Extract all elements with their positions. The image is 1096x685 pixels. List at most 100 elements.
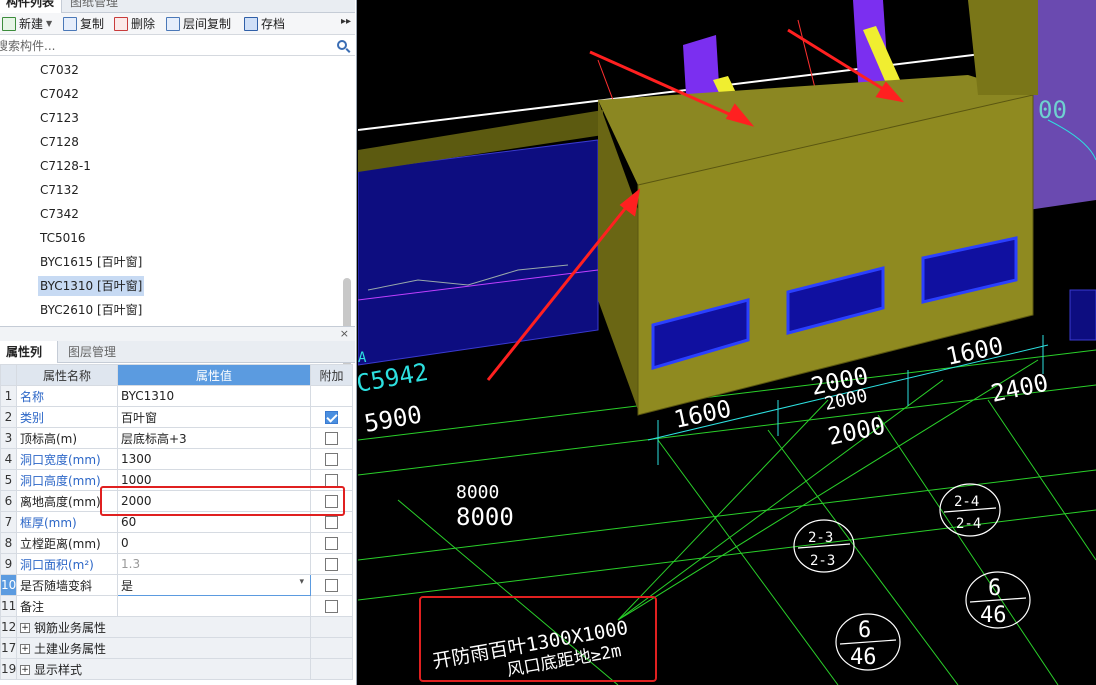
prop-name: 名称	[16, 385, 118, 407]
expand-icon[interactable]: +	[20, 623, 30, 633]
copy-button[interactable]: 复制	[63, 15, 104, 33]
row-number: 9	[0, 553, 17, 575]
list-item[interactable]: C7342	[38, 204, 81, 224]
table-row[interactable]: 6 离地高度(mm) 2000	[0, 490, 353, 512]
list-item[interactable]: TC5016	[38, 228, 88, 248]
dim-label: 8000	[456, 482, 499, 503]
close-icon[interactable]: ×	[340, 327, 349, 340]
more-icon[interactable]: ▸▸	[341, 16, 351, 27]
checkbox[interactable]	[325, 495, 338, 508]
table-row[interactable]: 3 顶标高(m) 层底标高+3	[0, 427, 353, 449]
prop-extra	[310, 469, 353, 491]
prop-name: 类别	[16, 406, 118, 428]
prop-value[interactable]: 0	[117, 532, 311, 554]
prop-extra	[310, 532, 353, 554]
dim-label: 2400	[988, 368, 1050, 407]
prop-value-dropdown[interactable]: 是	[117, 574, 311, 596]
tag-label: 6	[988, 576, 1001, 601]
checkbox-checked[interactable]	[325, 411, 338, 424]
dim-label: 00	[1038, 96, 1067, 124]
cad-drawing[interactable]: 1600 2000 2000 2000 1600 2400 5900 C5942…	[358, 0, 1096, 685]
checkbox[interactable]	[325, 432, 338, 445]
delete-button[interactable]: 删除	[114, 15, 155, 33]
table-row[interactable]: 7 框厚(mm) 60	[0, 511, 353, 533]
prop-extra	[310, 427, 353, 449]
floor-copy-button[interactable]: 层间复制	[166, 15, 231, 33]
table-row-selected[interactable]: 10 是否随墙变斜 是	[0, 574, 353, 596]
dim-label: 1600	[943, 331, 1005, 370]
checkbox[interactable]	[325, 600, 338, 613]
delete-icon	[114, 17, 128, 31]
table-row[interactable]: 9 洞口面积(m²) 1.3	[0, 553, 353, 575]
row-number: 19	[0, 658, 17, 680]
group-name: 钢筋业务属性	[34, 620, 107, 635]
tab-drawing-management[interactable]: 图纸管理	[64, 0, 124, 13]
tag-label: 46	[980, 603, 1007, 628]
checkbox[interactable]	[325, 579, 338, 592]
list-item-selected[interactable]: BYC1310 [百叶窗]	[38, 276, 145, 296]
tab-layer-management[interactable]: 图层管理	[62, 341, 122, 363]
prop-name: 洞口面积(m²)	[16, 553, 118, 575]
group-row[interactable]: 19 + 显示样式	[0, 658, 353, 680]
group-label[interactable]: + 钢筋业务属性	[16, 616, 311, 638]
prop-value[interactable]: 百叶窗	[117, 406, 311, 428]
table-row[interactable]: 11 备注	[0, 595, 353, 617]
component-tabs: 构件列表 图纸管理	[0, 0, 355, 13]
checkbox[interactable]	[325, 474, 338, 487]
row-number: 2	[0, 406, 17, 428]
checkbox[interactable]	[325, 453, 338, 466]
row-number: 12	[0, 616, 17, 638]
checkbox[interactable]	[325, 558, 338, 571]
group-row[interactable]: 17 + 土建业务属性	[0, 637, 353, 659]
list-item[interactable]: C7032	[38, 60, 81, 80]
tab-property-list[interactable]: 属性列表	[0, 341, 58, 381]
group-label[interactable]: + 土建业务属性	[16, 637, 311, 659]
search-input[interactable]	[0, 37, 324, 55]
prop-value[interactable]: 层底标高+3	[117, 427, 311, 449]
prop-value[interactable]	[117, 595, 311, 617]
header-extra: 附加	[310, 364, 353, 386]
list-item[interactable]: C7042	[38, 84, 81, 104]
prop-name: 立樘距离(mm)	[16, 532, 118, 554]
table-row[interactable]: 5 洞口高度(mm) 1000	[0, 469, 353, 491]
table-row[interactable]: 8 立樘距离(mm) 0	[0, 532, 353, 554]
table-header-row: 属性名称 属性值 附加	[0, 364, 353, 386]
prop-value[interactable]: BYC1310	[117, 385, 311, 407]
prop-value[interactable]: 2000	[117, 490, 311, 512]
list-item[interactable]: C7128-1	[38, 156, 93, 176]
prop-extra	[310, 385, 353, 407]
list-item[interactable]: BYC1615 [百叶窗]	[38, 252, 144, 272]
prop-name: 备注	[16, 595, 118, 617]
prop-value[interactable]: 1300	[117, 448, 311, 470]
prop-name: 洞口宽度(mm)	[16, 448, 118, 470]
checkbox[interactable]	[325, 516, 338, 529]
row-number: 1	[0, 385, 17, 407]
list-item[interactable]: C7123	[38, 108, 81, 128]
expand-icon[interactable]: +	[20, 665, 30, 675]
search-icon[interactable]	[337, 40, 347, 50]
new-button[interactable]: 新建 ▼	[2, 15, 52, 33]
dim-label: 8000	[456, 503, 514, 531]
cad-viewport[interactable]: 1600 2000 2000 2000 1600 2400 5900 C5942…	[358, 0, 1096, 685]
expand-icon[interactable]: +	[20, 644, 30, 654]
prop-value[interactable]: 60	[117, 511, 311, 533]
prop-value[interactable]: 1000	[117, 469, 311, 491]
tag-label: 2-4	[956, 516, 981, 532]
dim-label: 2000	[825, 411, 887, 450]
table-row[interactable]: 1 名称 BYC1310	[0, 385, 353, 407]
save-button[interactable]: 存档	[244, 15, 285, 33]
group-label[interactable]: + 显示样式	[16, 658, 311, 680]
table-row[interactable]: 2 类别 百叶窗	[0, 406, 353, 428]
checkbox[interactable]	[325, 537, 338, 550]
prop-name: 是否随墙变斜	[16, 574, 118, 596]
row-number: 4	[0, 448, 17, 470]
table-row[interactable]: 4 洞口宽度(mm) 1300	[0, 448, 353, 470]
group-row[interactable]: 12 + 钢筋业务属性	[0, 616, 353, 638]
list-item[interactable]: C7128	[38, 132, 81, 152]
tab-component-list[interactable]: 构件列表	[0, 0, 62, 13]
tag-label: 46	[850, 645, 877, 670]
list-item[interactable]: C7132	[38, 180, 81, 200]
floor-copy-icon	[166, 17, 180, 31]
row-number: 10	[0, 574, 17, 596]
list-item[interactable]: BYC2610 [百叶窗]	[38, 300, 144, 320]
